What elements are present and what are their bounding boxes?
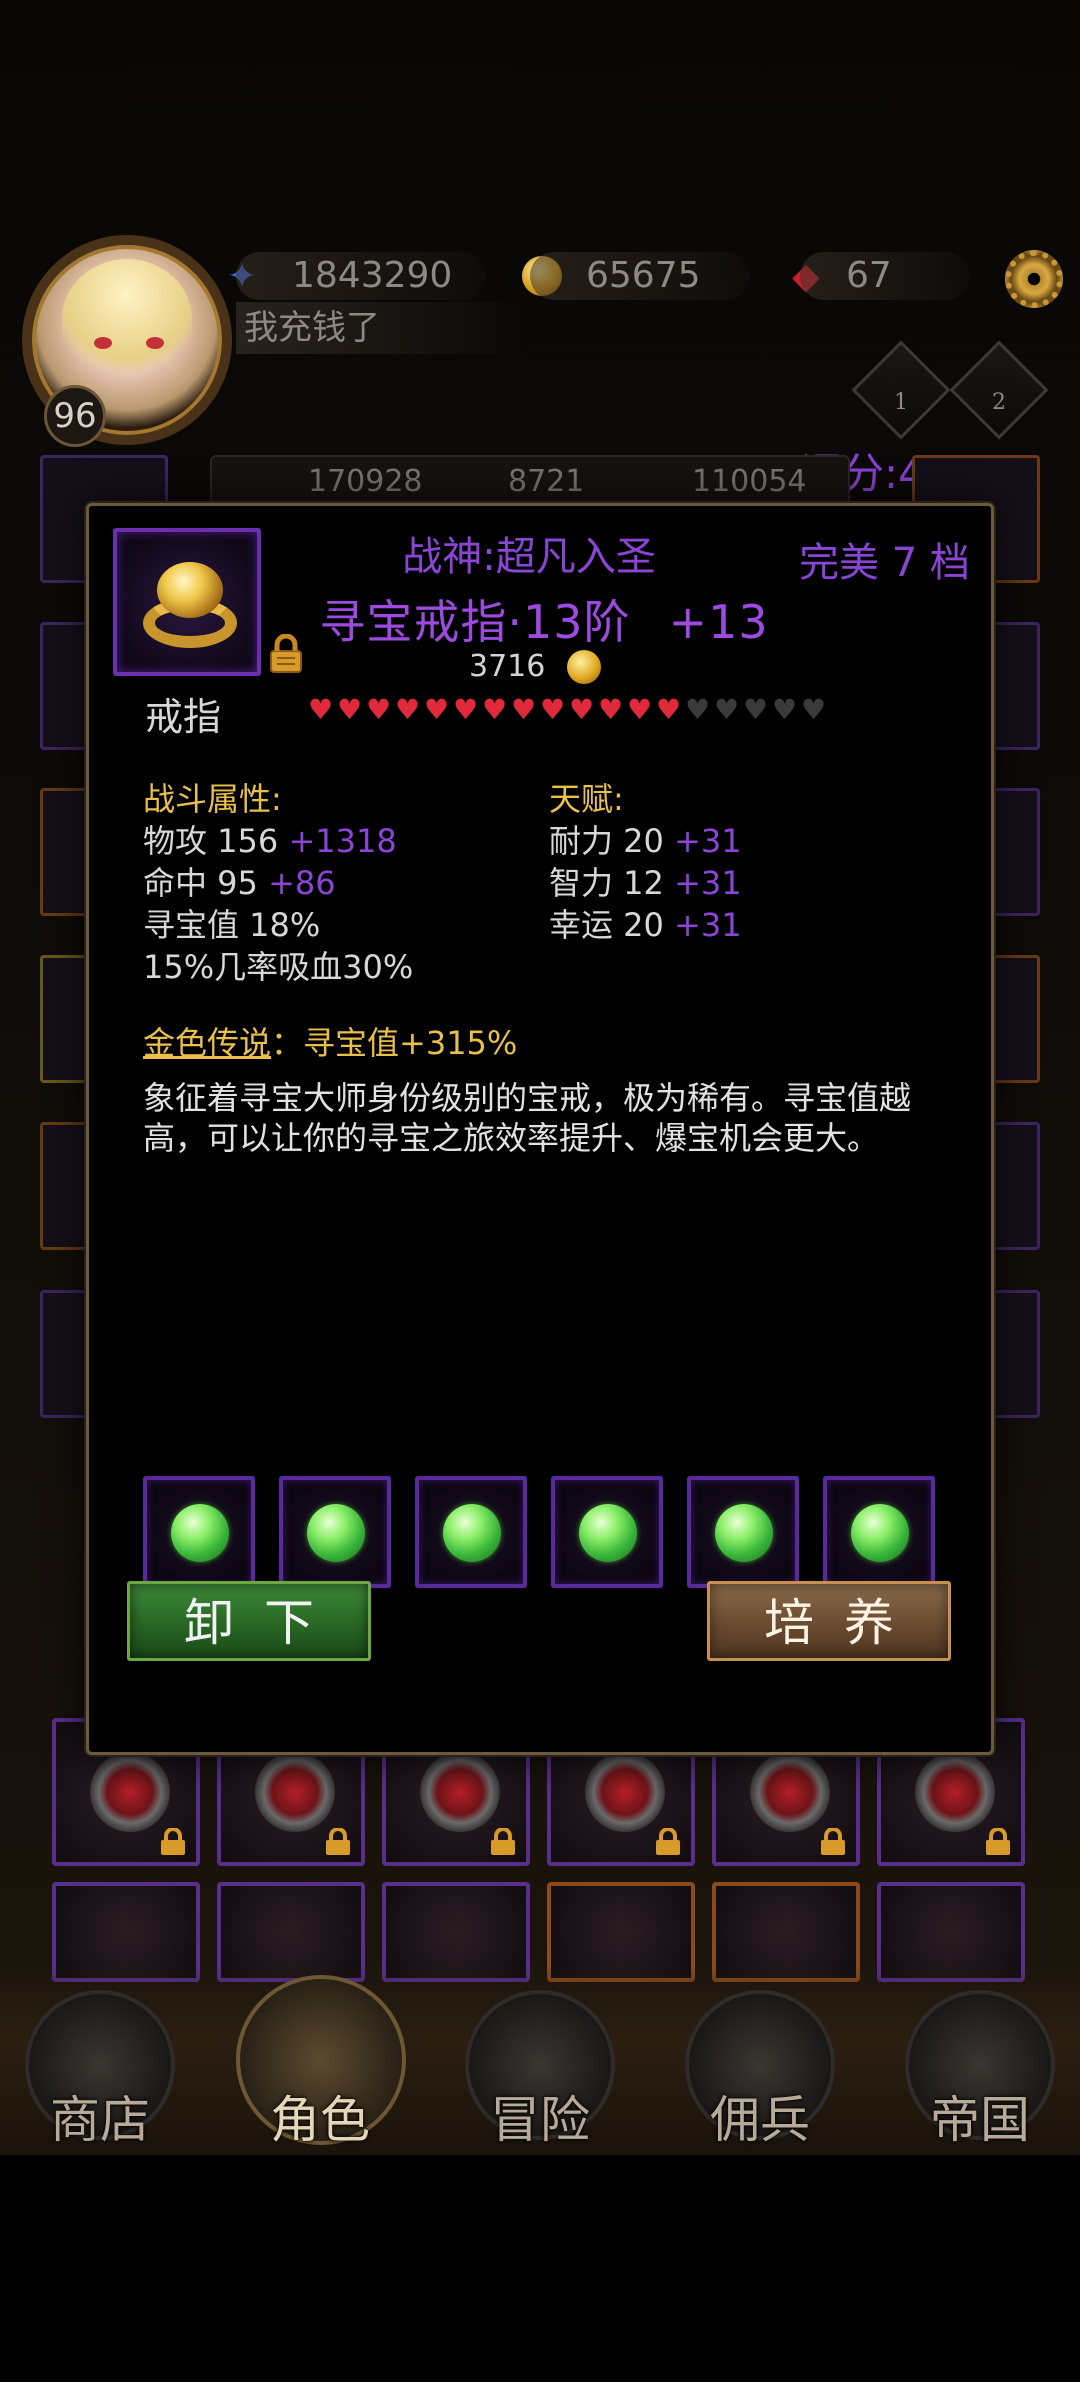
item-name-row: 寻宝戒指·13阶 +13 xyxy=(239,586,849,652)
green-gem-icon xyxy=(715,1504,773,1562)
resource-gem[interactable]: 67 xyxy=(800,252,970,300)
emblem-icon xyxy=(585,1752,665,1832)
emblem-icon xyxy=(90,1752,170,1832)
item-name: 寻宝戒指·13阶 xyxy=(319,595,631,649)
player-level-badge: 96 xyxy=(44,385,106,447)
player-nickname: 我充钱了 xyxy=(236,302,526,354)
nav-label-shop[interactable]: 商店 xyxy=(10,2080,190,2152)
heart-full-icon: ♥ xyxy=(336,693,363,726)
combat-attr-line: 寻宝值 18% xyxy=(143,906,321,944)
green-gem-icon xyxy=(579,1504,637,1562)
talent-attributes: 天赋: 耐力 20 +31 智力 12 +31 幸运 20 +31 xyxy=(549,778,742,946)
avatar-eyes xyxy=(94,337,164,351)
emblem-icon xyxy=(750,1752,830,1832)
lock-icon xyxy=(986,1828,1010,1855)
nav-label-adventure[interactable]: 冒险 xyxy=(450,2080,630,2152)
resource-feather-value: 1843290 xyxy=(292,255,453,296)
avatar-hair xyxy=(62,259,192,379)
heart-full-icon: ♥ xyxy=(597,693,624,726)
lock-icon xyxy=(821,1828,845,1855)
combat-attr-line: 物攻 156 +1318 xyxy=(143,822,397,860)
gem-socket[interactable] xyxy=(415,1476,527,1588)
combat-attr-line: 命中 95 +86 xyxy=(143,864,336,902)
gem-socket[interactable] xyxy=(551,1476,663,1588)
heart-empty-icon: ♥ xyxy=(800,693,827,726)
gold-coin-icon xyxy=(567,650,601,684)
heart-empty-icon: ♥ xyxy=(742,693,769,726)
background-stat-2: 8721 xyxy=(508,464,585,499)
background-stat-1: 170928 xyxy=(308,464,423,499)
talent-attr-line: 耐力 20 +31 xyxy=(549,822,742,860)
legendary-bonus: 金色传说：寻宝值+315% xyxy=(143,1018,517,1064)
gem-socket[interactable] xyxy=(143,1476,255,1588)
item-enhance-level: +13 xyxy=(668,595,769,649)
gem-socket[interactable] xyxy=(687,1476,799,1588)
legendary-value: ：寻宝值+315% xyxy=(271,1024,518,1062)
talent-attr-line: 智力 12 +31 xyxy=(549,864,742,902)
diamond-button-1-label: 1 xyxy=(894,390,908,415)
heart-full-icon: ♥ xyxy=(626,693,653,726)
background-stats-strip: 170928 8721 110054 xyxy=(210,455,850,510)
heart-full-icon: ♥ xyxy=(568,693,595,726)
nav-label-mercenary[interactable]: 佣兵 xyxy=(670,2080,850,2152)
resource-gold-value: 65675 xyxy=(586,255,701,296)
background-stat-3: 110054 xyxy=(692,464,807,499)
heart-empty-icon: ♥ xyxy=(684,693,711,726)
combat-attr-line: 15%几率吸血30% xyxy=(143,948,414,986)
emblem-icon xyxy=(420,1752,500,1832)
heart-full-icon: ♥ xyxy=(394,693,421,726)
green-gem-icon xyxy=(171,1504,229,1562)
heart-full-icon: ♥ xyxy=(365,693,392,726)
green-gem-icon xyxy=(851,1504,909,1562)
heart-full-icon: ♥ xyxy=(481,693,508,726)
unequip-button[interactable]: 卸下 xyxy=(127,1581,371,1661)
ring-icon xyxy=(157,562,223,618)
heart-full-icon: ♥ xyxy=(539,693,566,726)
green-gem-icon xyxy=(307,1504,365,1562)
nav-label-empire[interactable]: 帝国 xyxy=(890,2080,1070,2152)
item-description: 象征着寻宝大师身份级别的宝戒，极为稀有。寻宝值越高，可以让你的寻宝之旅效率提升、… xyxy=(143,1079,912,1157)
emblem-icon xyxy=(255,1752,335,1832)
item-set-name: 战神:超凡入圣 xyxy=(402,534,656,580)
item-detail-popup: 戒指 战神:超凡入圣 完美 7 档 寻宝戒指·13阶 +13 3716 ♥ ♥ ♥ ♥ ♥… xyxy=(86,503,994,1755)
lock-icon xyxy=(491,1828,515,1855)
emblem-icon xyxy=(915,1752,995,1832)
item-grade: 完美 7 档 xyxy=(799,540,970,586)
heart-full-icon: ♥ xyxy=(510,693,537,726)
legendary-label[interactable]: 金色传说 xyxy=(143,1024,271,1062)
heart-empty-icon: ♥ xyxy=(713,693,740,726)
settings-gear-icon[interactable] xyxy=(1005,250,1063,308)
green-gem-icon xyxy=(443,1504,501,1562)
heart-full-icon: ♥ xyxy=(655,693,682,726)
heart-full-icon: ♥ xyxy=(307,693,334,726)
lock-icon xyxy=(326,1828,350,1855)
combat-attributes-title: 战斗属性: xyxy=(143,780,282,818)
resource-gem-value: 67 xyxy=(846,255,892,296)
heart-full-icon: ♥ xyxy=(452,693,479,726)
combat-attributes: 战斗属性: 物攻 156 +1318 命中 95 +86 寻宝值 18% 15%… xyxy=(143,778,413,988)
resource-gold[interactable]: 65675 xyxy=(530,252,750,300)
star-rating-hearts: ♥ ♥ ♥ ♥ ♥ ♥ ♥ ♥ ♥ ♥ ♥ ♥ ♥ ♥ ♥ ♥ ♥ ♥ xyxy=(307,696,827,724)
gem-socket[interactable] xyxy=(279,1476,391,1588)
gem-socket[interactable] xyxy=(823,1476,935,1588)
lock-icon xyxy=(656,1828,680,1855)
item-type-label: 戒指 xyxy=(145,695,222,739)
talent-title: 天赋: xyxy=(549,780,624,818)
heart-full-icon: ♥ xyxy=(423,693,450,726)
lock-icon xyxy=(161,1828,185,1855)
train-button[interactable]: 培养 xyxy=(707,1581,951,1661)
talent-attr-line: 幸运 20 +31 xyxy=(549,906,742,944)
diamond-button-2-label: 2 xyxy=(992,390,1006,415)
nav-label-character[interactable]: 角色 xyxy=(230,2080,410,2152)
resource-feather[interactable]: 1843290 xyxy=(236,252,486,300)
item-price: 3716 xyxy=(469,649,546,684)
heart-empty-icon: ♥ xyxy=(771,693,798,726)
